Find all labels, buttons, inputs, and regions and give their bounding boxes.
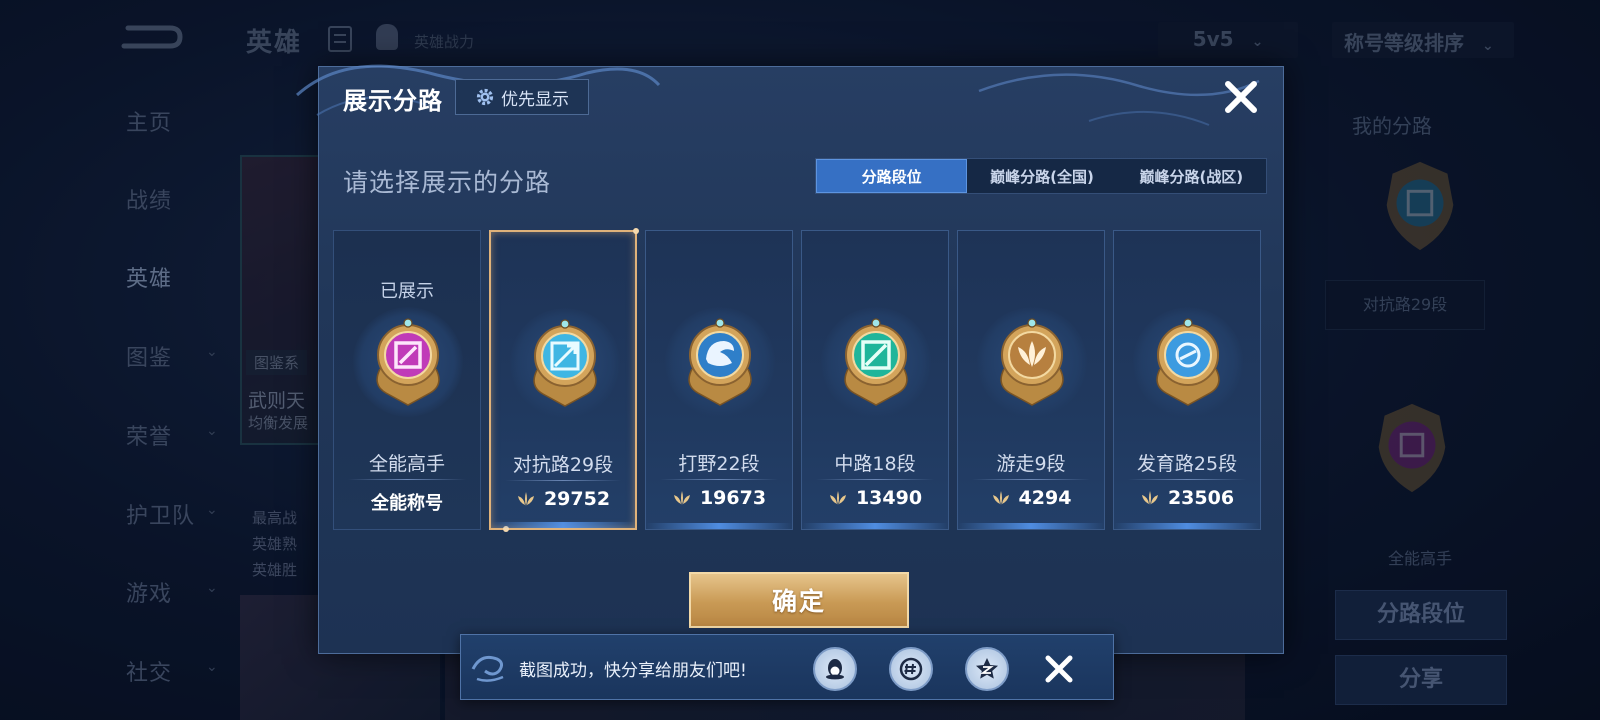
lane-tabs: 分路段位 巅峰分路(全国) 巅峰分路(战区): [815, 158, 1267, 194]
lane-name: 中路18段: [834, 453, 916, 475]
lane-score-value: 29752: [543, 488, 611, 510]
jungle-badge-icon: [688, 318, 752, 406]
divider: [816, 479, 934, 480]
divider: [1128, 479, 1246, 480]
badge-halo: [821, 307, 931, 417]
lane-name: 游走9段: [996, 453, 1066, 475]
lane-cards: 已展示 全能高手 全能称号 对抗路29段 29752 打野22段 19673 中路18段 134…: [333, 228, 1267, 532]
lane-score: 4294: [958, 487, 1104, 509]
roam-badge-icon: [1000, 318, 1064, 406]
wechat-moments-icon[interactable]: [889, 647, 933, 691]
lane-card[interactable]: 游走9段 4294: [957, 230, 1105, 530]
lane-card[interactable]: 已展示全能高手全能称号: [333, 230, 481, 530]
lane-name: 对抗路29段: [512, 454, 614, 476]
badge-halo: [665, 307, 775, 417]
selection-corner-dot: [633, 228, 639, 234]
divider: [505, 480, 621, 481]
dialog-title: 展示分路: [343, 87, 443, 115]
divider: [972, 479, 1090, 480]
divider: [348, 479, 466, 480]
allround-badge-icon: [376, 318, 440, 406]
shown-tag: 已展示: [380, 281, 434, 302]
lane-card[interactable]: 中路18段 13490: [801, 230, 949, 530]
card-glow: [958, 523, 1104, 529]
lane-score: 23506: [1114, 487, 1260, 509]
gear-icon: [476, 88, 494, 106]
badge-halo: [353, 307, 463, 417]
mid-lane-badge-icon: [844, 318, 908, 406]
close-icon[interactable]: [1041, 651, 1077, 687]
rank-wing-icon: [517, 492, 534, 506]
qq-icon[interactable]: [813, 647, 857, 691]
lane-score-value: 13490: [855, 487, 923, 509]
qzone-icon[interactable]: [965, 647, 1009, 691]
toast-message: 截图成功，快分享给朋友们吧!: [519, 661, 747, 681]
lane-card[interactable]: 发育路25段 23506: [1113, 230, 1261, 530]
clash-lane-badge-icon: [533, 319, 597, 407]
lane-score-value: 4294: [1018, 487, 1072, 509]
badge-halo: [510, 308, 620, 418]
lane-score-value: 19673: [699, 487, 767, 509]
rank-wing-icon: [673, 491, 690, 505]
lane-name: 发育路25段: [1136, 453, 1238, 475]
lane-name: 打野22段: [678, 453, 760, 475]
lane-score: 29752: [491, 488, 635, 510]
card-glow: [646, 523, 792, 529]
tab-peak-national[interactable]: 巅峰分路(全国): [967, 159, 1116, 193]
card-glow: [802, 523, 948, 529]
lane-score-value: 23506: [1167, 487, 1235, 509]
swirl-icon: [471, 655, 504, 682]
confirm-button[interactable]: 确定: [689, 572, 909, 628]
lane-name: 全能高手: [368, 453, 445, 475]
close-icon[interactable]: [1221, 77, 1261, 117]
rank-wing-icon: [1141, 491, 1158, 505]
title-label: 全能称号: [371, 493, 443, 514]
rank-wing-icon: [829, 491, 846, 505]
screenshot-share-toast: 截图成功，快分享给朋友们吧!: [460, 634, 1114, 700]
tab-peak-region[interactable]: 巅峰分路(战区): [1117, 159, 1266, 193]
tab-lane-rank[interactable]: 分路段位: [816, 159, 968, 193]
lane-card[interactable]: 打野22段 19673: [645, 230, 793, 530]
priority-display-label: 优先显示: [501, 89, 569, 110]
lane-score: 19673: [646, 487, 792, 509]
lane-score: 13490: [802, 487, 948, 509]
badge-halo: [977, 307, 1087, 417]
badge-halo: [1133, 307, 1243, 417]
priority-display-button[interactable]: 优先显示: [455, 79, 589, 115]
farm-lane-badge-icon: [1156, 318, 1220, 406]
lane-card[interactable]: 对抗路29段 29752: [489, 228, 639, 532]
card-glow: [491, 522, 635, 528]
divider: [660, 479, 778, 480]
dialog-subtitle: 请选择展示的分路: [343, 168, 552, 197]
display-lane-dialog: 展示分路 优先显示 请选择展示的分路 分路段位 巅峰分路(全国) 巅峰分路(战区…: [295, 64, 1284, 654]
card-glow: [1114, 523, 1260, 529]
rank-wing-icon: [992, 491, 1009, 505]
